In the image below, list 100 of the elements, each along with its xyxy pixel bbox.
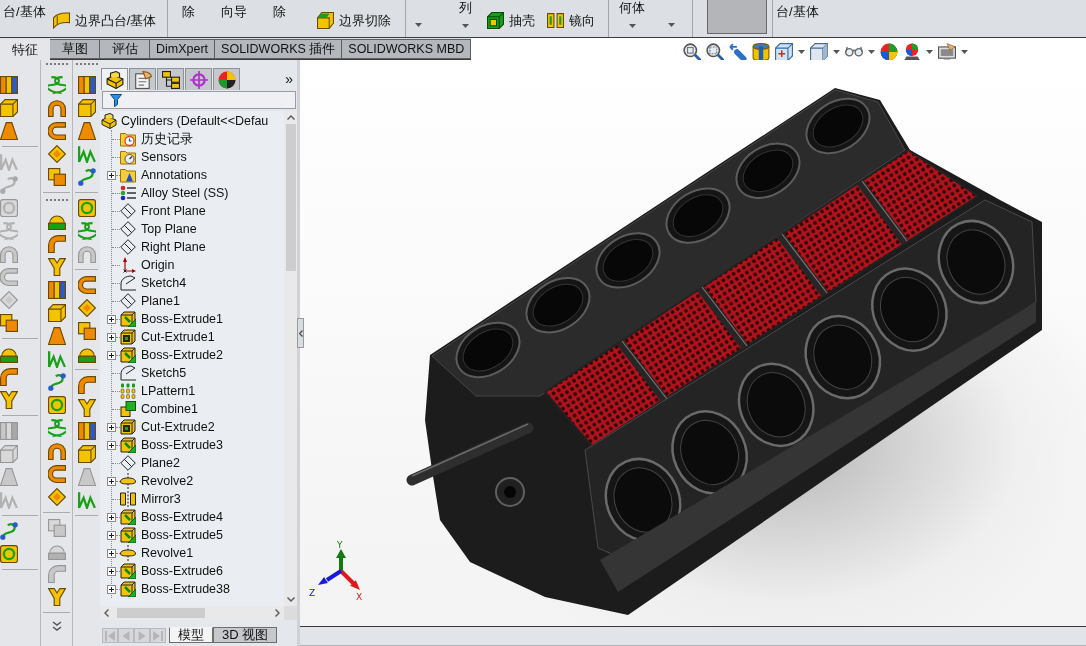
panel-tab[interactable] bbox=[129, 68, 156, 90]
ribbon-button[interactable]: 台/基体 bbox=[0, 0, 49, 33]
chevron-right-icon[interactable] bbox=[275, 609, 280, 617]
tree-item[interactable]: 历史记录 bbox=[141, 130, 193, 148]
diamond-icon[interactable] bbox=[47, 488, 66, 506]
tab[interactable]: 模型 bbox=[169, 627, 213, 643]
caret-icon[interactable] bbox=[868, 49, 875, 54]
hook-icon[interactable] bbox=[47, 122, 66, 140]
expand-icon[interactable] bbox=[107, 566, 116, 576]
tree-item[interactable]: Boss-Extrude6 bbox=[141, 564, 223, 578]
tree-item[interactable]: Front Plane bbox=[141, 204, 206, 218]
tube-arrow-icon[interactable] bbox=[729, 42, 747, 61]
ribbon-button[interactable]: 列 bbox=[456, 0, 475, 33]
hook-icon[interactable] bbox=[47, 465, 66, 483]
spiral-icon[interactable] bbox=[77, 168, 96, 186]
expand-icon[interactable] bbox=[107, 476, 116, 486]
cube-marker-icon[interactable] bbox=[775, 42, 793, 61]
cube-icon[interactable] bbox=[0, 99, 18, 117]
tree-item[interactable]: Boss-Extrude3 bbox=[141, 438, 223, 452]
ribbon-button[interactable]: 镜向 bbox=[545, 11, 597, 30]
caret-icon[interactable] bbox=[961, 49, 968, 54]
ribbon-button[interactable]: 台/基体 bbox=[773, 0, 822, 33]
ring-icon[interactable] bbox=[47, 396, 66, 414]
ring-icon[interactable] bbox=[0, 545, 18, 563]
cone-icon[interactable] bbox=[0, 122, 18, 140]
wave-icon[interactable] bbox=[77, 145, 96, 163]
tree-item[interactable]: Revolve1 bbox=[141, 546, 194, 560]
expand-icon[interactable] bbox=[107, 170, 116, 180]
scrollbar-thumb[interactable] bbox=[117, 608, 205, 618]
arch-icon[interactable] bbox=[47, 442, 66, 460]
caret-icon[interactable] bbox=[798, 49, 805, 54]
panel-tab[interactable] bbox=[157, 68, 184, 90]
caret-icon[interactable] bbox=[926, 49, 933, 54]
expand-icon[interactable] bbox=[107, 350, 116, 360]
tree-item[interactable]: Sensors bbox=[141, 150, 187, 164]
tree-item[interactable]: Combine1 bbox=[141, 402, 198, 416]
stack-icon[interactable] bbox=[47, 168, 66, 186]
arch-icon[interactable] bbox=[47, 99, 66, 117]
panel-tab[interactable] bbox=[213, 68, 240, 90]
expand-icon[interactable] bbox=[107, 314, 116, 324]
pipe-icon[interactable] bbox=[47, 235, 66, 253]
tree-item[interactable]: Sketch4 bbox=[141, 276, 187, 290]
dome-icon[interactable] bbox=[77, 345, 96, 363]
stripes-icon[interactable] bbox=[0, 76, 18, 94]
tree-item[interactable]: Annotations bbox=[141, 168, 208, 182]
caret-icon[interactable] bbox=[415, 23, 422, 27]
tree-item[interactable]: Boss-Extrude5 bbox=[141, 528, 223, 542]
spiral-icon[interactable] bbox=[47, 373, 66, 391]
glasses-icon[interactable] bbox=[845, 46, 863, 57]
expand-icon[interactable] bbox=[107, 512, 116, 522]
more-tabs-button[interactable]: » bbox=[285, 68, 293, 90]
tree-item[interactable]: Cut-Extrude2 bbox=[141, 420, 215, 434]
tree-item[interactable]: Plane2 bbox=[141, 456, 180, 470]
pipe-icon[interactable] bbox=[77, 376, 96, 394]
cut-cylinder-icon[interactable] bbox=[752, 42, 770, 61]
collapse-handle[interactable] bbox=[297, 318, 304, 348]
expand-icon[interactable] bbox=[107, 584, 116, 594]
fork-icon[interactable] bbox=[0, 391, 18, 409]
stripes-icon[interactable] bbox=[77, 422, 96, 440]
coil-icon[interactable] bbox=[47, 76, 66, 94]
expand-icon[interactable] bbox=[107, 422, 116, 432]
monitor-icon[interactable] bbox=[938, 42, 956, 61]
ribbon-button[interactable]: 边界切除 bbox=[315, 11, 393, 30]
tab[interactable]: 评估 bbox=[100, 39, 150, 59]
filter-field[interactable] bbox=[102, 91, 296, 109]
tree-item[interactable]: Boss-Extrude38 bbox=[141, 582, 230, 596]
chevron-down-icon[interactable] bbox=[286, 597, 295, 602]
tree-item[interactable]: LPattern1 bbox=[141, 384, 196, 398]
tree-item[interactable]: Boss-Extrude4 bbox=[141, 510, 223, 524]
tree-item[interactable]: Alloy Steel (SS) bbox=[141, 186, 229, 200]
tree-item[interactable]: Boss-Extrude2 bbox=[141, 348, 223, 362]
toolbar-grip[interactable] bbox=[45, 63, 68, 66]
tree-item[interactable]: Boss-Extrude1 bbox=[141, 312, 223, 326]
tab[interactable]: 特征 bbox=[0, 39, 50, 60]
tab[interactable]: SOLIDWORKS MBD bbox=[342, 39, 472, 59]
coil-icon[interactable] bbox=[47, 419, 66, 437]
expand-icon[interactable] bbox=[107, 530, 116, 540]
cube-icon[interactable] bbox=[77, 445, 96, 463]
chevron-left-icon[interactable] bbox=[104, 609, 109, 617]
tab[interactable]: 草图 bbox=[50, 39, 100, 59]
fork-icon[interactable] bbox=[77, 399, 96, 417]
expand-icon[interactable] bbox=[107, 332, 116, 342]
ring-icon[interactable] bbox=[77, 199, 96, 217]
ribbon-button[interactable]: 向导 bbox=[218, 0, 250, 33]
diamond-icon[interactable] bbox=[77, 299, 96, 317]
stack-icon[interactable] bbox=[77, 322, 96, 340]
ribbon-button[interactable]: 何体 bbox=[616, 0, 648, 33]
scrollbar-thumb[interactable] bbox=[285, 124, 296, 271]
tab[interactable]: DimXpert bbox=[150, 39, 216, 59]
double-chevron-icon[interactable] bbox=[51, 621, 62, 631]
dome-icon[interactable] bbox=[0, 345, 18, 363]
tab[interactable]: 3D 视图 bbox=[213, 627, 278, 643]
coil-icon[interactable] bbox=[77, 222, 96, 240]
tree-item[interactable]: Mirror3 bbox=[141, 492, 181, 506]
tree-item[interactable]: Plane1 bbox=[141, 294, 180, 308]
tab[interactable]: SOLIDWORKS 插件 bbox=[215, 39, 343, 59]
spiral-icon[interactable] bbox=[0, 522, 18, 540]
tree-item[interactable]: Origin bbox=[141, 258, 175, 272]
ribbon-button[interactable]: 抽壳 bbox=[485, 11, 537, 30]
tree-item[interactable]: Sketch5 bbox=[141, 366, 187, 380]
